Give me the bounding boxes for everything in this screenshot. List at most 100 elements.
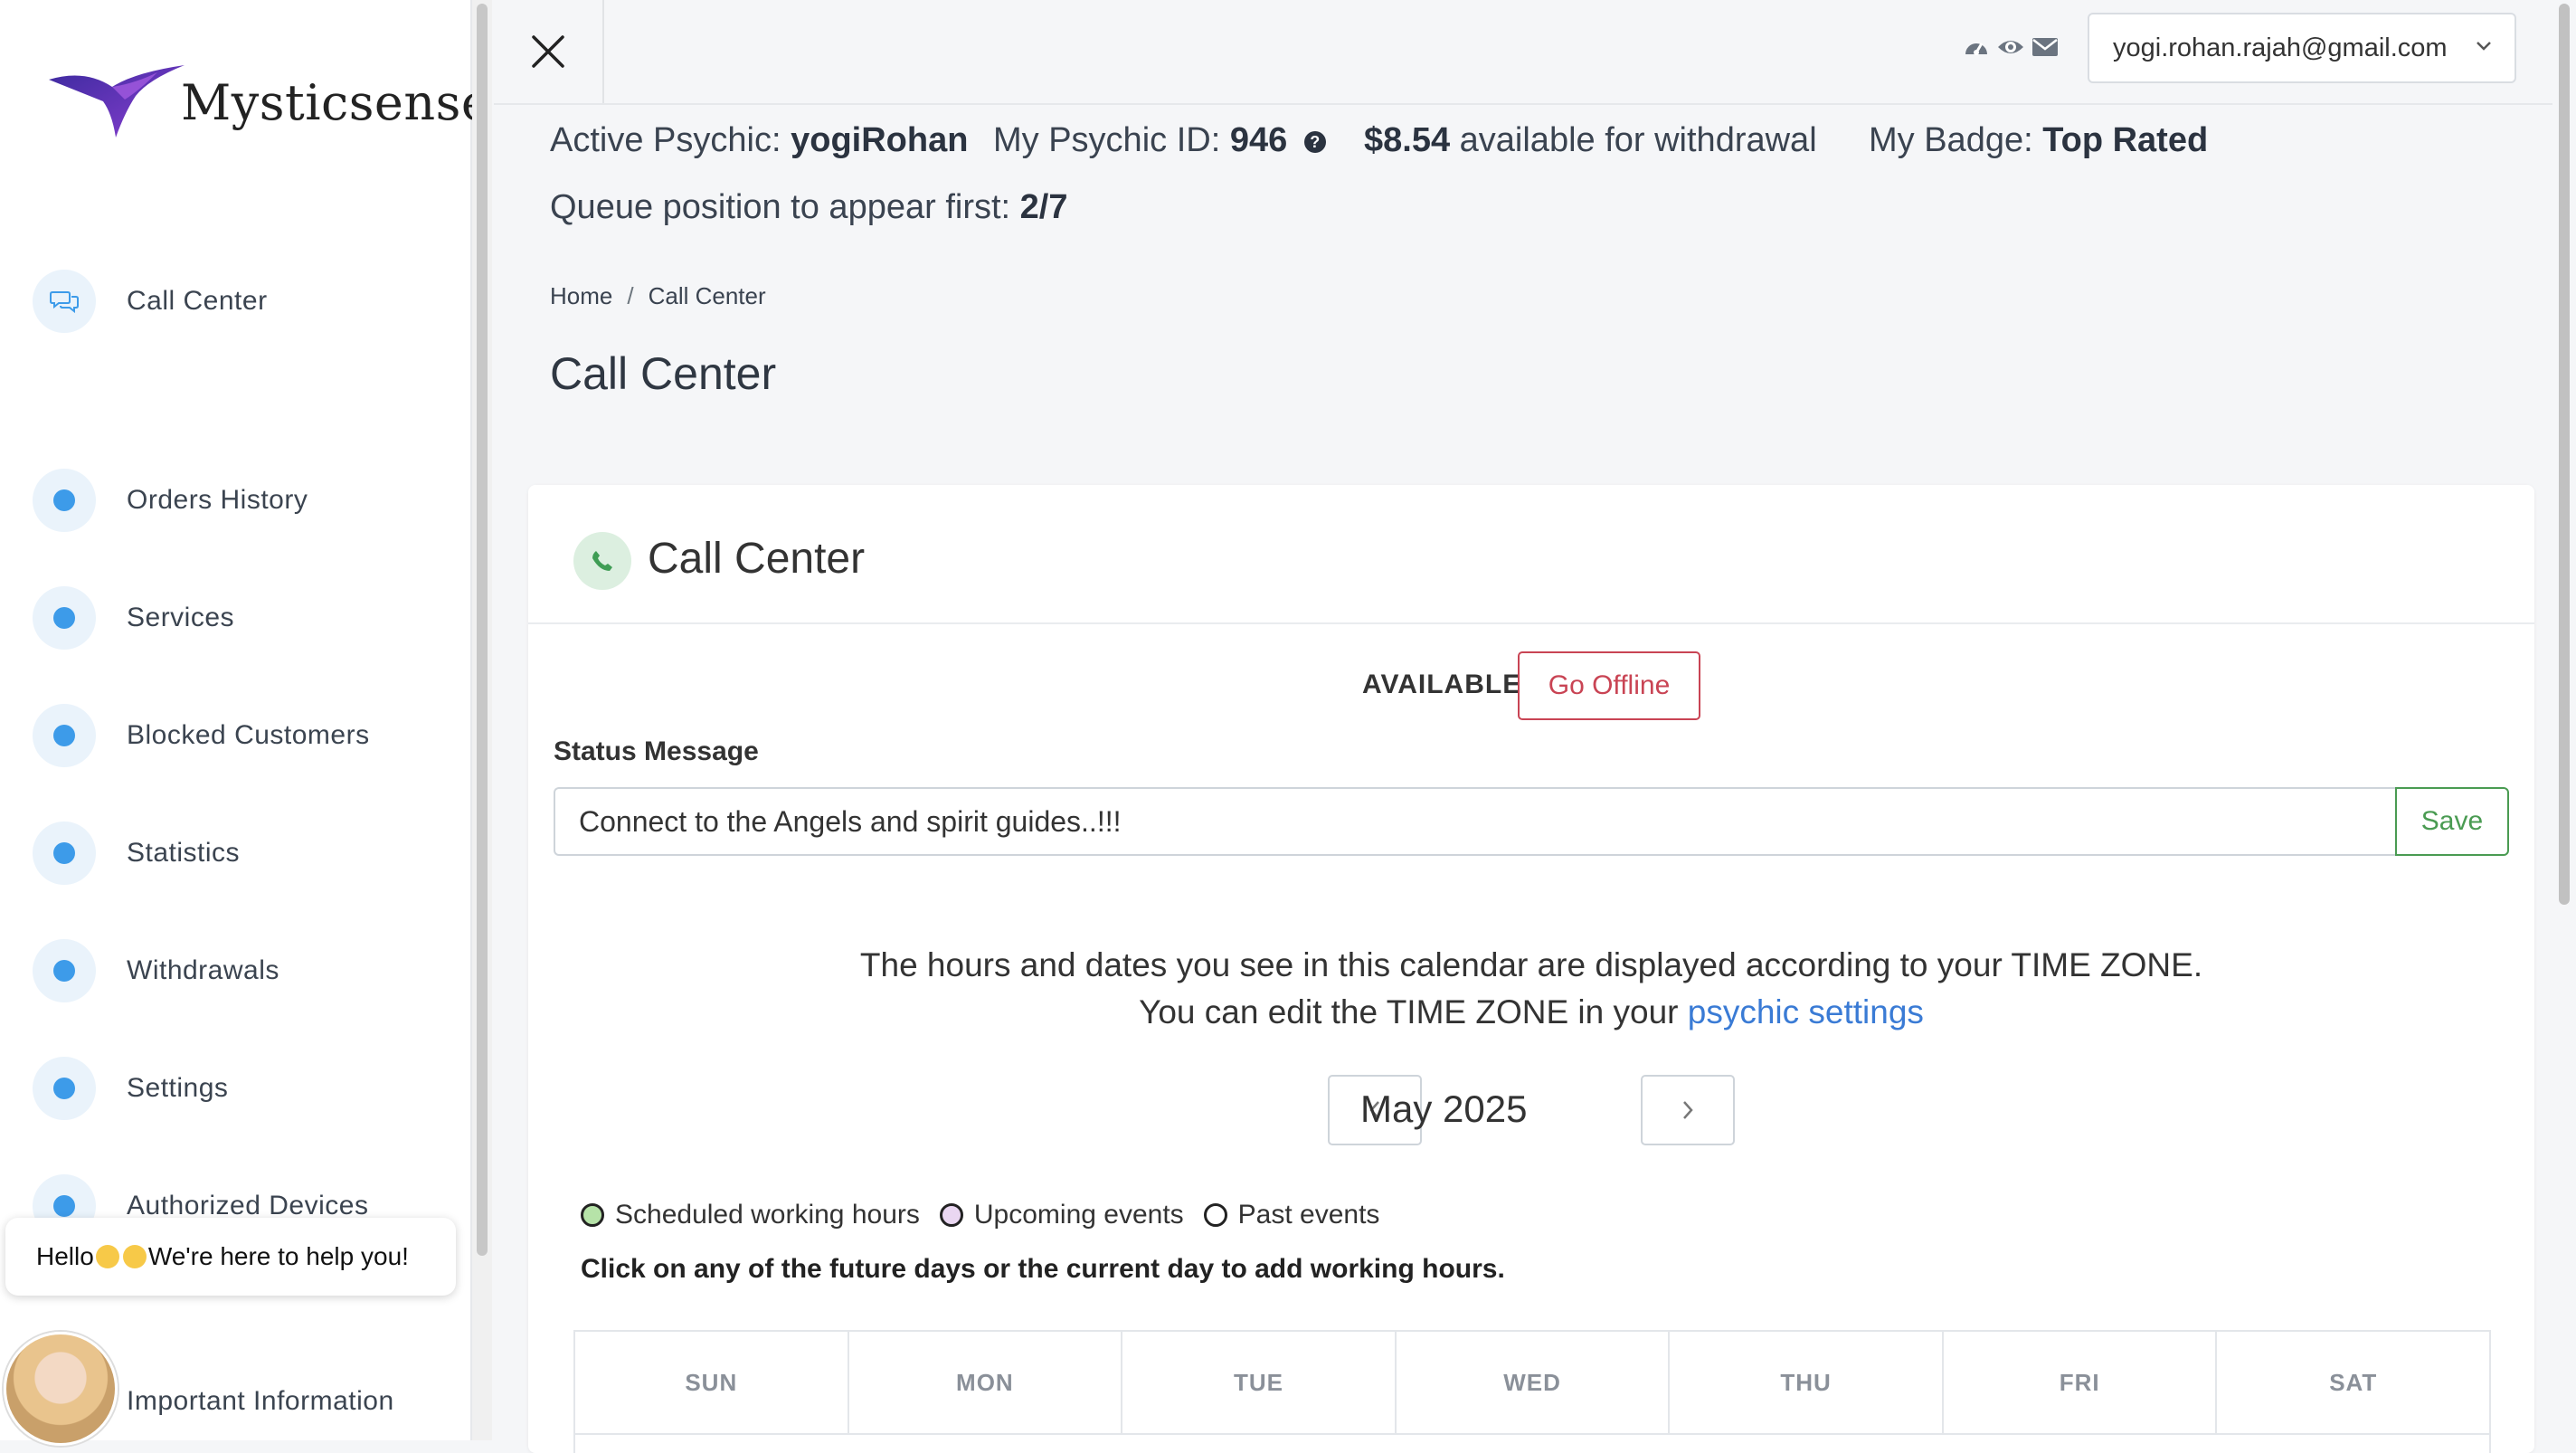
sidebar-item-label: Services xyxy=(127,603,235,632)
sidebar-item-label: Call Center xyxy=(127,286,268,316)
calendar-weekday-header: SUN MON TUE WED THU FRI SAT xyxy=(573,1330,2491,1453)
legend-label: Past events xyxy=(1237,1200,1380,1230)
go-offline-button[interactable]: Go Offline xyxy=(1518,651,1700,720)
sidebar-item-label: Statistics xyxy=(127,838,241,868)
dot-icon xyxy=(33,821,96,885)
timezone-note-line2: You can edit the TIME ZONE in your psych… xyxy=(528,993,2534,1031)
page-scrollbar[interactable] xyxy=(2552,0,2576,1440)
weekday-sat: SAT xyxy=(2217,1332,2490,1435)
weekday-tue: TUE xyxy=(1122,1332,1397,1435)
dashboard-icon[interactable] xyxy=(1963,34,1990,60)
availability-status: AVAILABLE xyxy=(1362,670,1522,699)
legend-purple-circle-icon xyxy=(939,1203,963,1227)
queue-position-info: Queue position to appear first: 2/7 xyxy=(550,188,1067,227)
envelope-icon[interactable] xyxy=(2031,34,2059,60)
badge-info: My Badge: Top Rated xyxy=(1869,121,2208,160)
psychic-id-value: 946 xyxy=(1229,121,1288,159)
active-psychic-value: yogiRohan xyxy=(791,121,969,159)
weekday-thu: THU xyxy=(1670,1332,1944,1435)
user-account-dropdown[interactable]: yogi.rohan.rajah@gmail.com xyxy=(2088,13,2516,83)
close-icon xyxy=(532,35,564,68)
status-message-input[interactable] xyxy=(554,787,2395,856)
breadcrumb-current: Call Center xyxy=(648,282,766,309)
eye-icon[interactable] xyxy=(1997,34,2024,60)
legend-label: Scheduled working hours xyxy=(615,1200,920,1230)
psychic-settings-link[interactable]: psychic settings xyxy=(1688,993,1924,1030)
breadcrumb: Home / Call Center xyxy=(550,282,766,310)
calendar-legend: Scheduled working hours Upcoming events … xyxy=(581,1200,1399,1230)
sidebar-item-label: Withdrawals xyxy=(127,955,279,985)
weekday-wed: WED xyxy=(1396,1332,1671,1435)
active-psychic-label: Active Psychic: xyxy=(550,121,781,159)
current-month-label: May 2025 xyxy=(1360,1087,1528,1130)
sidebar-item-settings[interactable]: Settings xyxy=(33,1057,228,1120)
sidebar-item-orders-history[interactable]: Orders History xyxy=(33,469,308,532)
timezone-note-prefix: You can edit the TIME ZONE in your xyxy=(1139,993,1679,1030)
card-header: Call Center xyxy=(528,485,2534,624)
withdrawal-amount: $8.54 xyxy=(1364,121,1451,159)
next-month-button[interactable] xyxy=(1641,1075,1735,1145)
hummingbird-logo-icon xyxy=(49,65,185,138)
breadcrumb-separator: / xyxy=(627,282,634,309)
sidebar-item-label: Blocked Customers xyxy=(127,720,370,750)
sidebar-item-important-information[interactable]: Important Information xyxy=(127,1386,394,1417)
brand-name: Mysticsense xyxy=(181,74,491,131)
sidebar-item-blocked-customers[interactable]: Blocked Customers xyxy=(33,704,370,767)
dot-icon xyxy=(33,939,96,1002)
sidebar-item-services[interactable]: Services xyxy=(33,586,234,650)
queue-label: Queue position to appear first: xyxy=(550,188,1011,226)
withdrawal-info: $8.54 available for withdrawal xyxy=(1364,121,1817,160)
sidebar-item-label: Authorized Devices xyxy=(127,1191,369,1220)
sidebar-item-label: Settings xyxy=(127,1073,229,1103)
sidebar-item-withdrawals[interactable]: Withdrawals xyxy=(33,939,279,1002)
dot-icon xyxy=(33,469,96,532)
sidebar-scrollbar[interactable] xyxy=(472,0,492,1440)
dot-icon xyxy=(33,586,96,650)
breadcrumb-home[interactable]: Home xyxy=(550,282,612,309)
phone-icon xyxy=(573,532,631,590)
save-status-button[interactable]: Save xyxy=(2395,787,2509,856)
card-title: Call Center xyxy=(648,535,866,583)
legend-scheduled: Scheduled working hours xyxy=(581,1200,920,1230)
weekday-fri: FRI xyxy=(1943,1332,2218,1435)
badge-value: Top Rated xyxy=(2042,121,2209,159)
legend-green-circle-icon xyxy=(581,1203,604,1227)
support-avatar[interactable] xyxy=(4,1332,118,1446)
badge-label: My Badge: xyxy=(1869,121,2033,159)
chat-greeting-bubble[interactable]: Hello We're here to help you! xyxy=(5,1218,456,1296)
sidebar-item-call-center[interactable]: Call Center xyxy=(33,270,268,333)
legend-label: Upcoming events xyxy=(973,1200,1184,1230)
timezone-note-line1: The hours and dates you see in this cale… xyxy=(859,946,2203,983)
sidebar-item-label: Orders History xyxy=(127,485,308,515)
sidebar-item-statistics[interactable]: Statistics xyxy=(33,821,240,885)
question-circle-icon[interactable]: ? xyxy=(1303,130,1326,153)
chevron-down-icon xyxy=(2477,42,2491,51)
chat-bubbles-icon xyxy=(33,270,96,333)
queue-value: 2/7 xyxy=(1019,188,1068,226)
dot-icon xyxy=(33,1057,96,1120)
chat-greeting-prefix: Hello xyxy=(36,1242,94,1270)
user-email: yogi.rohan.rajah@gmail.com xyxy=(2113,33,2448,62)
call-center-card: Call Center AVAILABLE Go Offline Status … xyxy=(528,485,2534,1453)
legend-upcoming: Upcoming events xyxy=(939,1200,1184,1230)
chevron-right-icon xyxy=(1683,1101,1693,1119)
legend-past: Past events xyxy=(1203,1200,1380,1230)
dot-icon xyxy=(33,704,96,767)
withdrawal-text: available for withdrawal xyxy=(1459,121,1817,159)
chat-greeting-text: We're here to help you! xyxy=(147,1242,409,1270)
psychic-id-info: My Psychic ID: 946 ? xyxy=(993,121,1326,160)
header-icons xyxy=(1963,34,2059,60)
top-bar: yogi.rohan.rajah@gmail.com xyxy=(494,0,2576,105)
psychic-id-label: My Psychic ID: xyxy=(993,121,1221,159)
legend-white-circle-icon xyxy=(1203,1203,1227,1227)
brand-logo[interactable]: Mysticsense xyxy=(49,60,490,141)
weekday-mon: MON xyxy=(848,1332,1123,1435)
smiley-icon xyxy=(122,1245,147,1268)
weekday-sun: SUN xyxy=(575,1332,849,1435)
status-message-label: Status Message xyxy=(554,736,759,766)
page-title: Call Center xyxy=(550,348,777,399)
active-psychic-info: Active Psychic: yogiRohan xyxy=(550,121,968,160)
sidebar: Mysticsense Call Center Orders History S… xyxy=(0,0,490,1446)
close-sidebar-button[interactable] xyxy=(494,0,604,103)
calendar-instruction: Click on any of the future days or the c… xyxy=(581,1254,1505,1284)
